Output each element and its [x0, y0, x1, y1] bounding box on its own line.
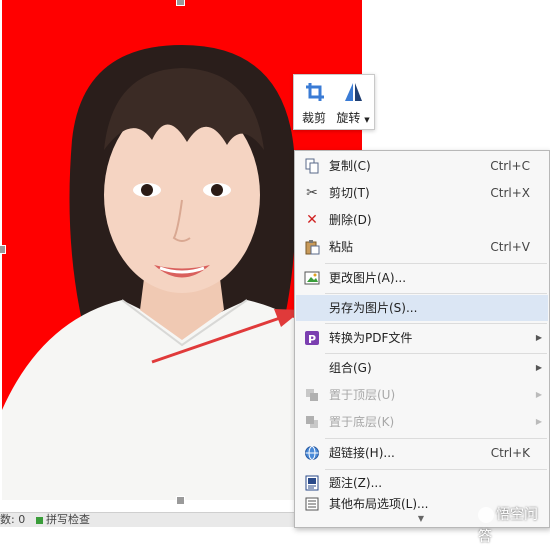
menu-item-caption[interactable]: 题注(Z)... — [296, 470, 548, 496]
red-x-icon: ✕ — [306, 212, 318, 228]
crop-label: 裁剪 — [301, 111, 326, 125]
menu-item-paste[interactable]: 粘贴 Ctrl+V — [296, 234, 548, 260]
menu-label: 超链接(H)... — [329, 446, 395, 460]
pdf-icon: P — [304, 330, 320, 346]
clipboard-icon — [304, 239, 320, 255]
menu-shortcut: Ctrl+C — [490, 159, 530, 173]
resize-handle-left[interactable] — [0, 245, 6, 254]
menu-item-copy[interactable]: 复制(C) Ctrl+C — [296, 153, 548, 179]
menu-label: 题注(Z)... — [329, 476, 383, 490]
menu-shortcut: Ctrl+K — [490, 446, 530, 460]
menu-label: 转换为PDF文件 — [329, 331, 413, 345]
menu-item-cut[interactable]: ✂ 剪切(T) Ctrl+X — [296, 180, 548, 206]
submenu-arrow-icon: ▶ — [535, 390, 542, 399]
send-to-back-icon — [304, 414, 320, 430]
menu-label: 置于底层(K) — [329, 415, 395, 429]
word-count: 数: 0 — [0, 513, 26, 526]
menu-separator — [325, 263, 547, 264]
menu-label: 置于顶层(U) — [329, 388, 396, 402]
menu-item-send-to-back[interactable]: 置于底层(K) ▶ — [296, 409, 548, 435]
submenu-arrow-icon: ▶ — [535, 333, 542, 342]
menu-separator — [325, 353, 547, 354]
caption-icon — [304, 475, 320, 491]
menu-item-hyperlink[interactable]: 超链接(H)... Ctrl+K — [296, 440, 548, 466]
rotate-icon — [345, 83, 362, 101]
menu-separator — [325, 293, 547, 294]
resize-handle-bottom[interactable] — [176, 496, 185, 505]
menu-label: 剪切(T) — [329, 186, 370, 200]
menu-item-convert-pdf[interactable]: P 转换为PDF文件 ▶ — [296, 325, 548, 351]
picture-mini-toolbar: 裁剪 旋转 ▼ — [293, 74, 375, 130]
watermark-logo-icon — [478, 507, 494, 523]
spell-check-label: 拼写检查 — [46, 513, 90, 526]
spell-check-icon — [36, 516, 43, 524]
menu-shortcut: Ctrl+V — [490, 240, 530, 254]
menu-separator — [325, 323, 547, 324]
copy-icon — [304, 158, 320, 174]
chevron-down-icon: ▼ — [364, 116, 370, 124]
submenu-arrow-icon: ▶ — [535, 363, 542, 372]
menu-label: 复制(C) — [329, 159, 371, 173]
svg-text:P: P — [308, 333, 316, 346]
resize-handle-top[interactable] — [176, 0, 185, 6]
rotate-button[interactable]: 旋转 ▼ — [334, 75, 372, 129]
menu-item-delete[interactable]: ✕ 删除(D) — [296, 207, 548, 233]
watermark: 悟空问答 — [478, 504, 550, 545]
scissors-icon: ✂ — [306, 185, 318, 201]
rotate-label: 旋转 ▼ — [336, 111, 370, 125]
menu-shortcut: Ctrl+X — [490, 186, 530, 200]
menu-item-bring-to-front[interactable]: 置于顶层(U) ▶ — [296, 382, 548, 408]
context-menu: 复制(C) Ctrl+C ✂ 剪切(T) Ctrl+X ✕ 删除(D) 粘贴 C… — [294, 150, 550, 528]
globe-link-icon — [304, 445, 320, 461]
submenu-arrow-icon: ▶ — [535, 417, 542, 426]
bring-to-front-icon — [304, 387, 320, 403]
layout-icon — [304, 496, 320, 512]
spell-check-indicator[interactable]: 拼写检查 — [36, 513, 90, 527]
menu-label: 更改图片(A)... — [329, 271, 407, 285]
menu-separator — [325, 438, 547, 439]
menu-item-change-picture[interactable]: 更改图片(A)... — [296, 265, 548, 291]
menu-label: 粘贴 — [329, 240, 354, 254]
crop-button[interactable]: 裁剪 — [296, 75, 332, 129]
menu-label: 删除(D) — [329, 213, 372, 227]
menu-item-group[interactable]: 组合(G) ▶ — [296, 355, 548, 381]
menu-item-save-as-picture[interactable]: 另存为图片(S)... — [296, 295, 548, 321]
menu-label: 另存为图片(S)... — [329, 301, 418, 315]
crop-icon — [306, 83, 324, 101]
picture-icon — [304, 270, 320, 286]
menu-label: 其他布局选项(L)... — [329, 497, 429, 511]
menu-label: 组合(G) — [329, 361, 372, 375]
